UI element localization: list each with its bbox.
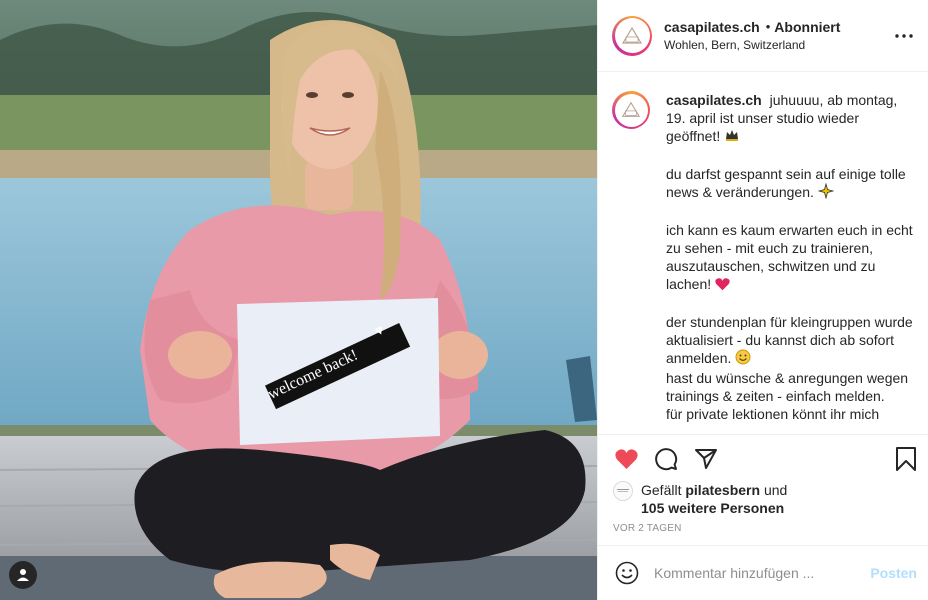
casa-logo-icon xyxy=(621,26,643,44)
bookmark-icon xyxy=(896,447,916,471)
likes-prefix: Gefällt xyxy=(641,482,682,498)
add-comment-bar: Posten xyxy=(598,545,928,600)
user-tag-icon xyxy=(17,569,29,581)
casa-logo-icon xyxy=(621,101,641,117)
emoji-picker-button[interactable] xyxy=(614,560,640,586)
post-side-panel: casapilates.ch • Abonniert Wohlen, Bern,… xyxy=(597,0,928,600)
post-comment-button[interactable]: Posten xyxy=(870,565,917,581)
likes-connector: und xyxy=(763,482,788,498)
comment-input[interactable] xyxy=(654,565,871,581)
liker-username[interactable]: pilatesbern xyxy=(685,482,760,498)
post-timestamp[interactable]: VOR 2 TAGEN xyxy=(613,523,919,534)
comment-button[interactable] xyxy=(653,446,679,472)
liker-logo-icon xyxy=(617,489,629,492)
liker-avatar[interactable] xyxy=(613,481,633,501)
heart-icon xyxy=(614,449,638,469)
like-button[interactable] xyxy=(613,446,639,472)
more-options-button[interactable] xyxy=(892,24,916,48)
comments-section[interactable]: casapilates.ch juhuuuu, ab montag, 19. a… xyxy=(598,72,928,434)
likes-summary: Gefällt pilatesbern und 105 weitere Pers… xyxy=(613,481,919,517)
caption-line: hast du wünsche & anregungen wegen train… xyxy=(666,370,909,404)
author-username[interactable]: casapilates.ch xyxy=(664,18,760,36)
likes-others-link[interactable]: 105 weitere Personen xyxy=(641,500,784,516)
caption-author-avatar[interactable] xyxy=(612,91,650,129)
caption-line: du darfst gespannt sein auf einige tolle… xyxy=(666,166,906,200)
crown-emoji-icon xyxy=(724,127,740,147)
more-options-icon xyxy=(895,33,913,38)
caption-username[interactable]: casapilates.ch xyxy=(666,92,762,108)
smiley-icon xyxy=(615,561,639,585)
post-caption: casapilates.ch juhuuuu, ab montag, 19. a… xyxy=(666,91,914,434)
post-actions: Gefällt pilatesbern und 105 weitere Pers… xyxy=(598,434,928,534)
share-button[interactable] xyxy=(693,446,719,472)
author-avatar[interactable] xyxy=(612,15,652,56)
caption-line: ich kann es kaum erwarten euch in echt z… xyxy=(666,222,913,292)
smiling-face-emoji-icon xyxy=(735,349,751,369)
user-tag-button[interactable] xyxy=(9,561,37,589)
paper-plane-icon xyxy=(695,449,717,469)
caption-line: der stundenplan für kleingruppen wurde a… xyxy=(666,314,913,366)
save-button[interactable] xyxy=(893,446,919,472)
follow-status-button[interactable]: Abonniert xyxy=(774,18,840,36)
caption-line: für private lektionen könnt ihr mich xyxy=(666,406,880,422)
post-location[interactable]: Wohlen, Bern, Switzerland xyxy=(664,36,892,54)
instagram-post-modal: welcome back! ♥ casapilates.ch • Abonnie… xyxy=(0,0,928,600)
photo-scene xyxy=(0,0,597,600)
red-heart-emoji-icon xyxy=(715,277,730,295)
comment-icon xyxy=(655,448,678,471)
post-photo[interactable]: welcome back! ♥ xyxy=(0,0,597,600)
header-separator: • xyxy=(765,18,771,34)
sparkles-emoji-icon xyxy=(817,182,835,203)
post-header: casapilates.ch • Abonniert Wohlen, Bern,… xyxy=(598,0,928,72)
